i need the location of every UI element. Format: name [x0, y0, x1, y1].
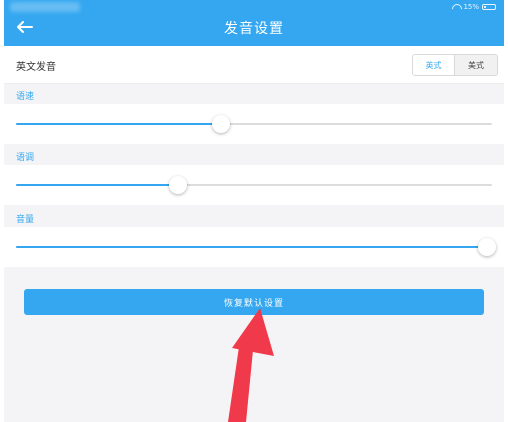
pitch-section-header: 语调: [4, 145, 504, 165]
volume-slider-row: [4, 227, 504, 267]
speed-label: 语速: [16, 92, 35, 102]
screen: 15% 发音设置 英文发音 英式 美式 语速 语调 音量 恢复默认设置: [4, 0, 504, 422]
pitch-slider-row: [4, 165, 504, 205]
volume-slider[interactable]: [16, 238, 496, 256]
volume-section-header: 音量: [4, 207, 504, 227]
accent-segmented-control: 英式 美式: [412, 54, 498, 76]
pitch-label: 语调: [16, 153, 35, 163]
battery-percent: 15%: [463, 3, 479, 11]
annotation-arrow-head: [232, 308, 274, 356]
battery-icon: [482, 4, 496, 10]
pitch-slider-thumb[interactable]: [168, 176, 187, 194]
speed-section-header: 语速: [4, 84, 504, 104]
pitch-slider-fill: [16, 184, 178, 186]
status-bar: 15%: [452, 2, 496, 12]
speed-slider-fill: [16, 123, 221, 125]
blurred-status-left: [10, 2, 80, 12]
annotation-arrow-shaft: [228, 340, 254, 422]
speed-slider[interactable]: [16, 115, 492, 133]
accent-option-british[interactable]: 英式: [413, 55, 455, 75]
pitch-slider[interactable]: [16, 176, 492, 194]
accent-option-american[interactable]: 美式: [455, 55, 497, 75]
wifi-icon: [452, 4, 460, 10]
speed-slider-row: [4, 104, 504, 144]
page-title: 发音设置: [224, 21, 284, 37]
restore-defaults-button[interactable]: 恢复默认设置: [24, 289, 484, 315]
volume-slider-fill: [16, 246, 492, 248]
pronunciation-row: 英文发音 英式 美式: [4, 46, 504, 84]
volume-slider-thumb[interactable]: [478, 238, 496, 256]
battery-fill: [484, 6, 486, 8]
top-bar: 15% 发音设置: [4, 0, 504, 46]
volume-label: 音量: [16, 215, 35, 225]
speed-slider-thumb[interactable]: [211, 115, 230, 133]
pronunciation-label: 英文发音: [16, 62, 56, 73]
